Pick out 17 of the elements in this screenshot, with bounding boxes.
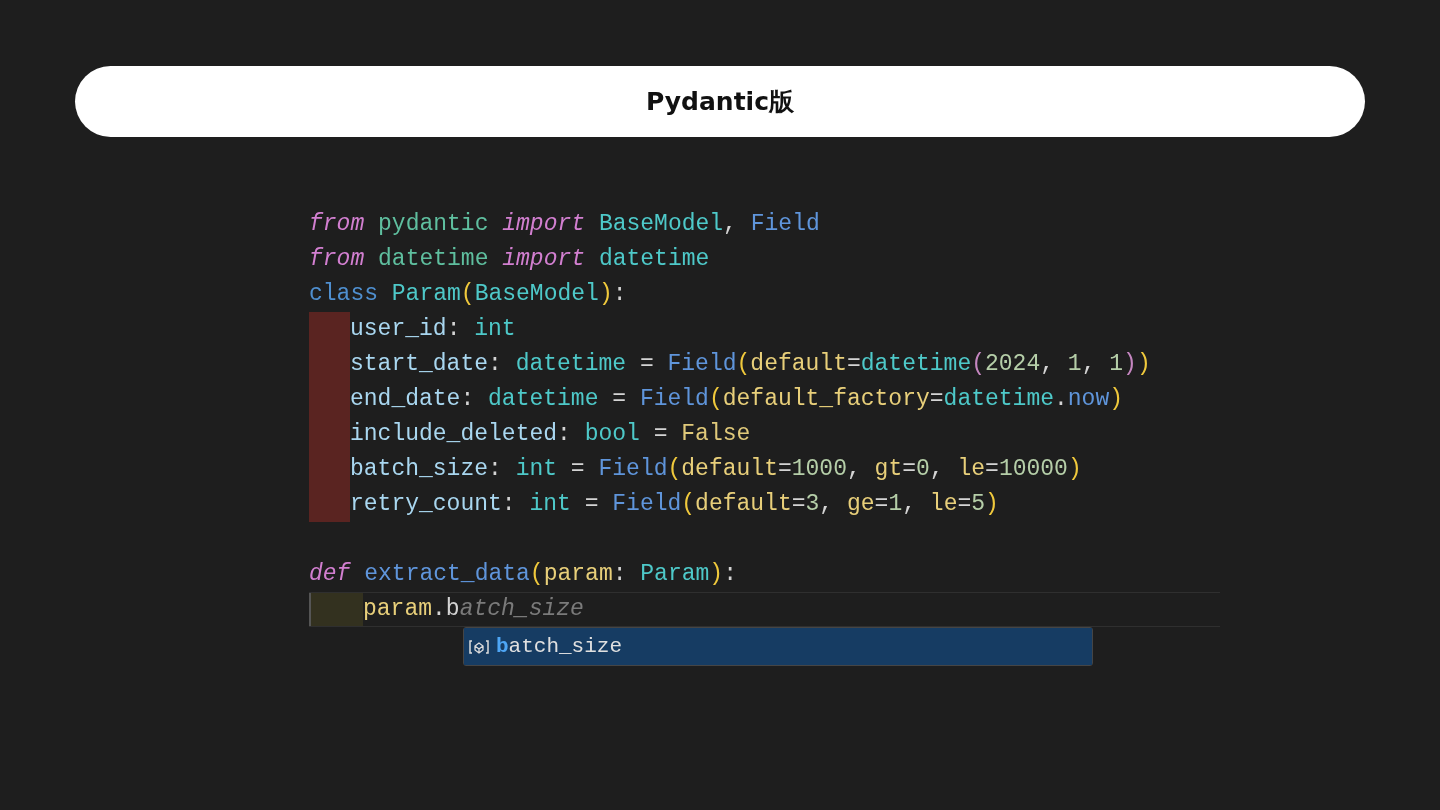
code-line: end_date: datetime = Field(default_factory=datetime.now)	[350, 385, 1124, 415]
code-line: include_deleted: bool = False	[350, 420, 751, 450]
code-line: user_id: int	[350, 315, 516, 345]
code-line: batch_size: int = Field(default=1000, gt=0, le=10000)	[350, 455, 1082, 485]
code-line: from pydantic import BaseModel, Field	[309, 210, 820, 240]
code-line: retry_count: int = Field(default=3, ge=1, le=5)	[350, 490, 999, 520]
code-line: from datetime import datetime	[309, 245, 710, 275]
suggestion-item[interactable]: batch_size	[496, 630, 623, 663]
current-line-indent	[309, 593, 363, 626]
error-indent-highlight	[309, 312, 350, 347]
code-line: def extract_data(param: Param):	[309, 560, 737, 590]
code-line: class Param(BaseModel):	[309, 280, 627, 310]
slide-title: Pydantic版	[75, 66, 1365, 137]
code-line: param.batch_size	[363, 595, 584, 625]
code-line: start_date: datetime = Field(default=datetime(2024, 1, 1))	[350, 350, 1151, 380]
error-indent-highlight	[309, 487, 350, 522]
field-icon	[468, 638, 490, 655]
